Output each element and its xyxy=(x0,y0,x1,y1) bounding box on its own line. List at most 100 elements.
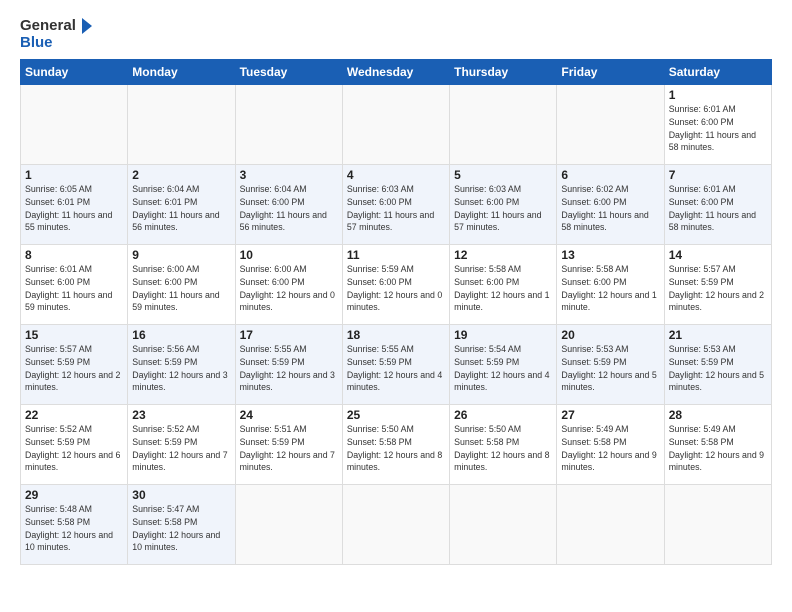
day-info: Sunrise: 5:58 AMSunset: 6:00 PMDaylight:… xyxy=(561,263,659,314)
day-number: 22 xyxy=(25,408,123,422)
day-info: Sunrise: 5:55 AMSunset: 5:59 PMDaylight:… xyxy=(347,343,445,394)
day-info: Sunrise: 6:01 AMSunset: 6:00 PMDaylight:… xyxy=(669,103,767,154)
day-info: Sunrise: 5:54 AMSunset: 5:59 PMDaylight:… xyxy=(454,343,552,394)
calendar-week-row: 1Sunrise: 6:05 AMSunset: 6:01 PMDaylight… xyxy=(21,165,772,245)
day-number: 15 xyxy=(25,328,123,342)
day-number: 19 xyxy=(454,328,552,342)
logo-container: General Blue xyxy=(20,18,95,51)
day-info: Sunrise: 6:00 AMSunset: 6:00 PMDaylight:… xyxy=(132,263,230,314)
calendar-day-cell: 27Sunrise: 5:49 AMSunset: 5:58 PMDayligh… xyxy=(557,405,664,485)
day-number: 20 xyxy=(561,328,659,342)
day-number: 28 xyxy=(669,408,767,422)
day-number: 16 xyxy=(132,328,230,342)
weekday-header-cell: Saturday xyxy=(664,60,771,85)
calendar-table: SundayMondayTuesdayWednesdayThursdayFrid… xyxy=(20,59,772,565)
calendar-week-row: 29Sunrise: 5:48 AMSunset: 5:58 PMDayligh… xyxy=(21,485,772,565)
day-number: 23 xyxy=(132,408,230,422)
calendar-day-cell xyxy=(342,85,449,165)
calendar-day-cell: 2Sunrise: 6:04 AMSunset: 6:01 PMDaylight… xyxy=(128,165,235,245)
calendar-day-cell: 17Sunrise: 5:55 AMSunset: 5:59 PMDayligh… xyxy=(235,325,342,405)
calendar-header-row: SundayMondayTuesdayWednesdayThursdayFrid… xyxy=(21,60,772,85)
calendar-day-cell: 13Sunrise: 5:58 AMSunset: 6:00 PMDayligh… xyxy=(557,245,664,325)
calendar-day-cell: 11Sunrise: 5:59 AMSunset: 6:00 PMDayligh… xyxy=(342,245,449,325)
day-number: 21 xyxy=(669,328,767,342)
day-number: 4 xyxy=(347,168,445,182)
day-info: Sunrise: 5:59 AMSunset: 6:00 PMDaylight:… xyxy=(347,263,445,314)
day-number: 9 xyxy=(132,248,230,262)
weekday-header-cell: Monday xyxy=(128,60,235,85)
day-number: 27 xyxy=(561,408,659,422)
weekday-header-cell: Friday xyxy=(557,60,664,85)
calendar-day-cell xyxy=(557,485,664,565)
calendar-day-cell: 4Sunrise: 6:03 AMSunset: 6:00 PMDaylight… xyxy=(342,165,449,245)
day-info: Sunrise: 6:01 AMSunset: 6:00 PMDaylight:… xyxy=(25,263,123,314)
calendar-day-cell xyxy=(235,85,342,165)
day-info: Sunrise: 5:58 AMSunset: 6:00 PMDaylight:… xyxy=(454,263,552,314)
calendar-day-cell: 8Sunrise: 6:01 AMSunset: 6:00 PMDaylight… xyxy=(21,245,128,325)
day-number: 5 xyxy=(454,168,552,182)
day-info: Sunrise: 5:52 AMSunset: 5:59 PMDaylight:… xyxy=(25,423,123,474)
logo-blue: Blue xyxy=(20,35,95,52)
day-number: 17 xyxy=(240,328,338,342)
day-info: Sunrise: 6:00 AMSunset: 6:00 PMDaylight:… xyxy=(240,263,338,314)
calendar-day-cell xyxy=(342,485,449,565)
day-info: Sunrise: 5:55 AMSunset: 5:59 PMDaylight:… xyxy=(240,343,338,394)
calendar-day-cell: 29Sunrise: 5:48 AMSunset: 5:58 PMDayligh… xyxy=(21,485,128,565)
day-number: 8 xyxy=(25,248,123,262)
calendar-day-cell: 25Sunrise: 5:50 AMSunset: 5:58 PMDayligh… xyxy=(342,405,449,485)
calendar-day-cell: 12Sunrise: 5:58 AMSunset: 6:00 PMDayligh… xyxy=(450,245,557,325)
calendar-day-cell: 1Sunrise: 6:01 AMSunset: 6:00 PMDaylight… xyxy=(664,85,771,165)
calendar-day-cell: 18Sunrise: 5:55 AMSunset: 5:59 PMDayligh… xyxy=(342,325,449,405)
day-number: 6 xyxy=(561,168,659,182)
calendar-day-cell xyxy=(128,85,235,165)
day-number: 26 xyxy=(454,408,552,422)
calendar-week-row: 1Sunrise: 6:01 AMSunset: 6:00 PMDaylight… xyxy=(21,85,772,165)
logo: General Blue xyxy=(20,18,95,51)
calendar-day-cell: 14Sunrise: 5:57 AMSunset: 5:59 PMDayligh… xyxy=(664,245,771,325)
day-info: Sunrise: 5:57 AMSunset: 5:59 PMDaylight:… xyxy=(25,343,123,394)
day-info: Sunrise: 5:53 AMSunset: 5:59 PMDaylight:… xyxy=(669,343,767,394)
day-number: 24 xyxy=(240,408,338,422)
calendar-day-cell: 7Sunrise: 6:01 AMSunset: 6:00 PMDaylight… xyxy=(664,165,771,245)
calendar-day-cell xyxy=(21,85,128,165)
day-number: 12 xyxy=(454,248,552,262)
day-number: 2 xyxy=(132,168,230,182)
day-number: 1 xyxy=(669,88,767,102)
calendar-day-cell: 1Sunrise: 6:05 AMSunset: 6:01 PMDaylight… xyxy=(21,165,128,245)
weekday-header-cell: Sunday xyxy=(21,60,128,85)
calendar-day-cell: 26Sunrise: 5:50 AMSunset: 5:58 PMDayligh… xyxy=(450,405,557,485)
day-info: Sunrise: 6:04 AMSunset: 6:01 PMDaylight:… xyxy=(132,183,230,234)
calendar-day-cell: 10Sunrise: 6:00 AMSunset: 6:00 PMDayligh… xyxy=(235,245,342,325)
day-number: 18 xyxy=(347,328,445,342)
calendar-day-cell xyxy=(450,485,557,565)
day-info: Sunrise: 5:50 AMSunset: 5:58 PMDaylight:… xyxy=(347,423,445,474)
weekday-header-cell: Wednesday xyxy=(342,60,449,85)
calendar-day-cell: 16Sunrise: 5:56 AMSunset: 5:59 PMDayligh… xyxy=(128,325,235,405)
day-info: Sunrise: 5:48 AMSunset: 5:58 PMDaylight:… xyxy=(25,503,123,554)
weekday-header-cell: Tuesday xyxy=(235,60,342,85)
day-info: Sunrise: 5:47 AMSunset: 5:58 PMDaylight:… xyxy=(132,503,230,554)
calendar-day-cell xyxy=(235,485,342,565)
calendar-day-cell: 24Sunrise: 5:51 AMSunset: 5:59 PMDayligh… xyxy=(235,405,342,485)
day-number: 3 xyxy=(240,168,338,182)
calendar-week-row: 22Sunrise: 5:52 AMSunset: 5:59 PMDayligh… xyxy=(21,405,772,485)
day-info: Sunrise: 6:04 AMSunset: 6:00 PMDaylight:… xyxy=(240,183,338,234)
logo-general: General xyxy=(20,18,95,35)
day-number: 7 xyxy=(669,168,767,182)
calendar-day-cell: 6Sunrise: 6:02 AMSunset: 6:00 PMDaylight… xyxy=(557,165,664,245)
day-number: 25 xyxy=(347,408,445,422)
day-number: 13 xyxy=(561,248,659,262)
calendar-day-cell: 22Sunrise: 5:52 AMSunset: 5:59 PMDayligh… xyxy=(21,405,128,485)
calendar-day-cell: 21Sunrise: 5:53 AMSunset: 5:59 PMDayligh… xyxy=(664,325,771,405)
day-number: 30 xyxy=(132,488,230,502)
day-info: Sunrise: 6:03 AMSunset: 6:00 PMDaylight:… xyxy=(347,183,445,234)
calendar-week-row: 8Sunrise: 6:01 AMSunset: 6:00 PMDaylight… xyxy=(21,245,772,325)
day-info: Sunrise: 6:02 AMSunset: 6:00 PMDaylight:… xyxy=(561,183,659,234)
day-info: Sunrise: 5:51 AMSunset: 5:59 PMDaylight:… xyxy=(240,423,338,474)
calendar-day-cell xyxy=(557,85,664,165)
page: General Blue SundayMondayTuesdayWednesda… xyxy=(0,0,792,612)
day-number: 10 xyxy=(240,248,338,262)
calendar-day-cell: 28Sunrise: 5:49 AMSunset: 5:58 PMDayligh… xyxy=(664,405,771,485)
header: General Blue xyxy=(20,18,772,51)
day-info: Sunrise: 5:53 AMSunset: 5:59 PMDaylight:… xyxy=(561,343,659,394)
